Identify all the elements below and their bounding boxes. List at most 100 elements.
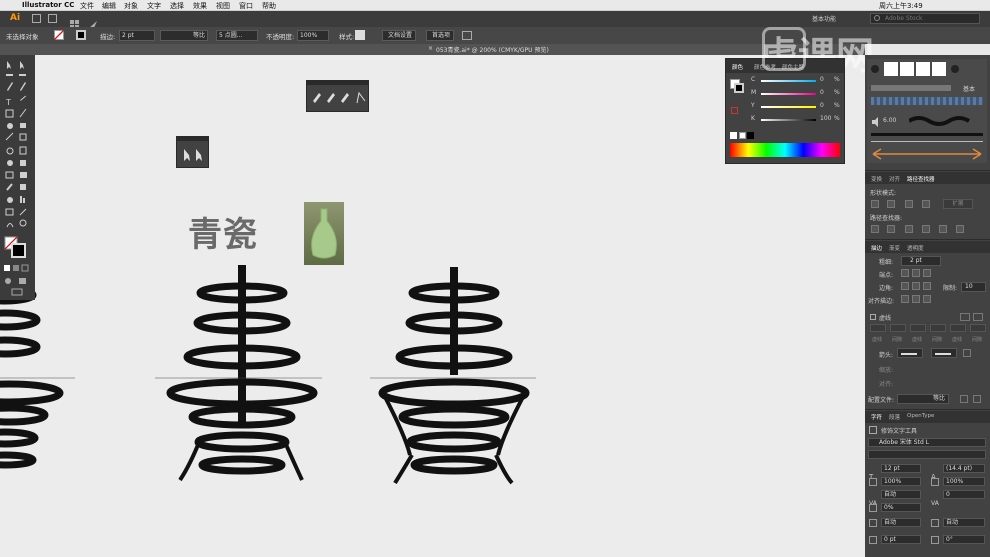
m-value[interactable]: 0 — [820, 89, 824, 96]
menu-window[interactable]: 窗口 — [239, 1, 253, 11]
bevel-join-icon[interactable] — [923, 282, 931, 290]
brush-dot-large[interactable] — [951, 65, 959, 73]
close-tab-icon[interactable]: × — [428, 45, 433, 52]
projecting-cap-icon[interactable] — [923, 269, 931, 277]
merge-icon[interactable] — [905, 225, 913, 233]
brush-preset-2[interactable] — [900, 62, 914, 76]
miter-limit-field[interactable]: 10 — [961, 282, 986, 292]
dash-field-1[interactable] — [870, 324, 886, 332]
stroke-weight-field[interactable]: 2 pt — [901, 256, 941, 266]
menu-view[interactable]: 视图 — [216, 1, 230, 11]
variable-width-profile[interactable]: 等比 — [160, 30, 208, 41]
brush-dot-small[interactable] — [871, 65, 879, 73]
brush-wave-preview[interactable] — [909, 115, 979, 127]
color-spectrum[interactable] — [730, 143, 840, 157]
horizontal-scale-field[interactable]: 100% — [943, 477, 985, 486]
bridge-icon[interactable] — [32, 14, 41, 23]
leading-field[interactable]: (14.4 pt) — [943, 464, 985, 473]
k-slider[interactable] — [761, 119, 816, 121]
align-options-icon[interactable] — [462, 31, 472, 40]
font-size-field[interactable]: 12 pt — [881, 464, 921, 473]
menu-object[interactable]: 对象 — [124, 1, 138, 11]
artboard-canvas[interactable]: 青瓷 虎课网 颜色 颜色参考 颜色主题 C 0 % M 0 % Y 0 % K … — [0, 27, 874, 557]
tab-character[interactable]: 字符 — [871, 413, 882, 421]
tab-stroke[interactable]: 描边 — [871, 244, 882, 252]
gap-field-1[interactable] — [890, 324, 906, 332]
intersect-icon[interactable] — [905, 200, 913, 208]
width-profile-select[interactable]: 等比 — [897, 394, 949, 404]
align-outside-icon[interactable] — [923, 295, 931, 303]
menu-select[interactable]: 选择 — [170, 1, 184, 11]
arrange-documents-icon[interactable] — [70, 14, 80, 29]
opacity-input[interactable]: 100% — [297, 30, 329, 41]
tab-opentype[interactable]: OpenType — [907, 413, 934, 419]
aki-right-field[interactable]: 自动 — [943, 518, 985, 527]
kerning-field[interactable]: 自动 — [881, 490, 921, 499]
tracking-field[interactable]: 0 — [943, 490, 985, 499]
brush-preset-3[interactable] — [916, 62, 930, 76]
k-value[interactable]: 100 — [820, 115, 831, 122]
gap-field-3[interactable] — [970, 324, 986, 332]
app-menu[interactable]: Illustrator CC — [22, 1, 74, 9]
menu-help[interactable]: 帮助 — [262, 1, 276, 11]
stock-icon[interactable] — [48, 14, 57, 23]
brush-stroke-preview-3[interactable] — [871, 133, 983, 136]
end-arrow-select[interactable] — [931, 348, 957, 358]
font-style-select[interactable] — [868, 450, 986, 459]
tab-transform[interactable]: 变换 — [871, 175, 882, 183]
font-family-select[interactable]: Adobe 宋体 Std L — [868, 438, 986, 447]
brush-definition[interactable]: 5 点圆... — [216, 30, 258, 41]
brush-preset-4[interactable] — [932, 62, 946, 76]
flip-across-icon[interactable] — [973, 395, 981, 403]
expand-button[interactable]: 扩展 — [943, 199, 973, 209]
c-slider[interactable] — [761, 80, 816, 82]
color-stroke-swatch[interactable] — [734, 83, 744, 93]
document-setup-button[interactable]: 文档设置 — [382, 30, 416, 41]
brush-arrow-preview[interactable] — [871, 147, 983, 161]
m-slider[interactable] — [761, 93, 816, 95]
gpu-rocket-icon[interactable] — [88, 14, 98, 28]
flip-along-icon[interactable] — [960, 395, 968, 403]
white-swatch[interactable] — [739, 132, 746, 139]
workspace-switcher[interactable]: 基本功能 — [812, 14, 836, 23]
preserve-dash-icon[interactable] — [960, 313, 970, 321]
align-dash-icon[interactable] — [973, 313, 983, 321]
dash-field-3[interactable] — [950, 324, 966, 332]
fill-swatch[interactable] — [54, 30, 64, 40]
tab-transparency[interactable]: 透明度 — [907, 244, 924, 252]
start-arrow-select[interactable] — [897, 348, 923, 358]
tab-align[interactable]: 对齐 — [889, 175, 900, 183]
preferences-button[interactable]: 首选项 — [426, 30, 454, 41]
baseline-shift-field[interactable]: 0 pt — [881, 535, 921, 544]
divide-icon[interactable] — [871, 225, 879, 233]
stroke-weight-input[interactable]: 2 pt — [119, 30, 155, 41]
stroke-swatch[interactable] — [76, 30, 86, 40]
round-cap-icon[interactable] — [912, 269, 920, 277]
c-value[interactable]: 0 — [820, 76, 824, 83]
menu-type[interactable]: 文字 — [147, 1, 161, 11]
canvas-heading[interactable]: 青瓷 — [188, 207, 258, 256]
swap-arrows-icon[interactable] — [963, 349, 971, 357]
minus-back-icon[interactable] — [956, 225, 964, 233]
dashed-line-checkbox[interactable] — [870, 314, 876, 320]
touch-type-icon[interactable] — [869, 426, 877, 434]
unite-icon[interactable] — [871, 200, 879, 208]
dash-field-2[interactable] — [910, 324, 926, 332]
vertical-scale-field[interactable]: 100% — [881, 477, 921, 486]
trim-icon[interactable] — [887, 225, 895, 233]
menu-file[interactable]: 文件 — [80, 1, 94, 11]
document-tab-title[interactable]: 053青瓷.ai* @ 200% (CMYK/GPU 预览) — [436, 45, 549, 54]
exclude-icon[interactable] — [922, 200, 930, 208]
brush-stroke-preview-1[interactable] — [871, 85, 951, 91]
stock-search-input[interactable]: Adobe Stock — [870, 13, 980, 24]
character-rotation-field[interactable]: 0° — [943, 535, 985, 544]
butt-cap-icon[interactable] — [901, 269, 909, 277]
aki-left-field[interactable]: 自动 — [881, 518, 921, 527]
y-slider[interactable] — [761, 106, 816, 108]
tsume-field[interactable]: 0% — [881, 503, 921, 512]
graphic-style-swatch[interactable] — [355, 30, 365, 40]
menu-effect[interactable]: 效果 — [193, 1, 207, 11]
none-swatch[interactable] — [730, 132, 737, 139]
touch-type-button[interactable]: 修饰文字工具 — [881, 426, 917, 435]
round-join-icon[interactable] — [912, 282, 920, 290]
